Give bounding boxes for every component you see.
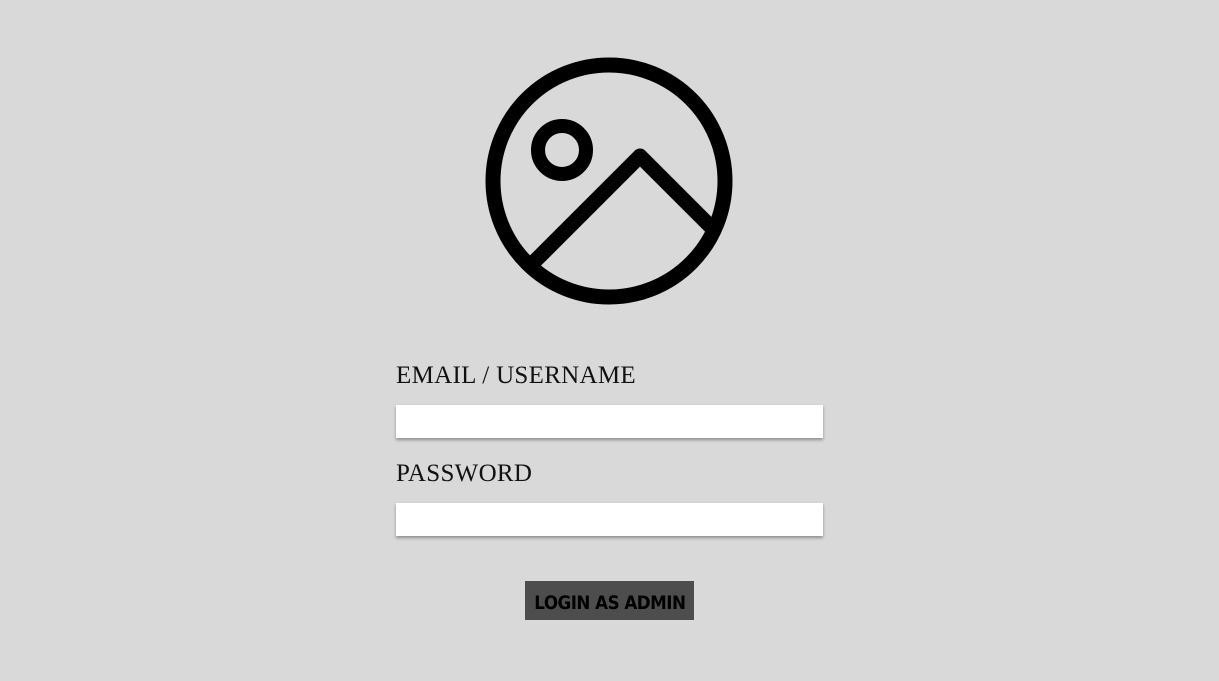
password-label: PASSWORD	[396, 460, 533, 487]
image-placeholder-icon	[485, 57, 733, 305]
password-input[interactable]	[396, 503, 823, 536]
login-button-label: LOGIN AS ADMIN	[533, 591, 686, 614]
login-as-admin-button[interactable]: LOGIN AS ADMIN	[525, 581, 694, 620]
login-page: EMAIL / USERNAME PASSWORD LOGIN AS ADMIN	[0, 0, 1219, 681]
email-username-input[interactable]	[396, 405, 823, 438]
email-username-label: EMAIL / USERNAME	[396, 362, 636, 389]
